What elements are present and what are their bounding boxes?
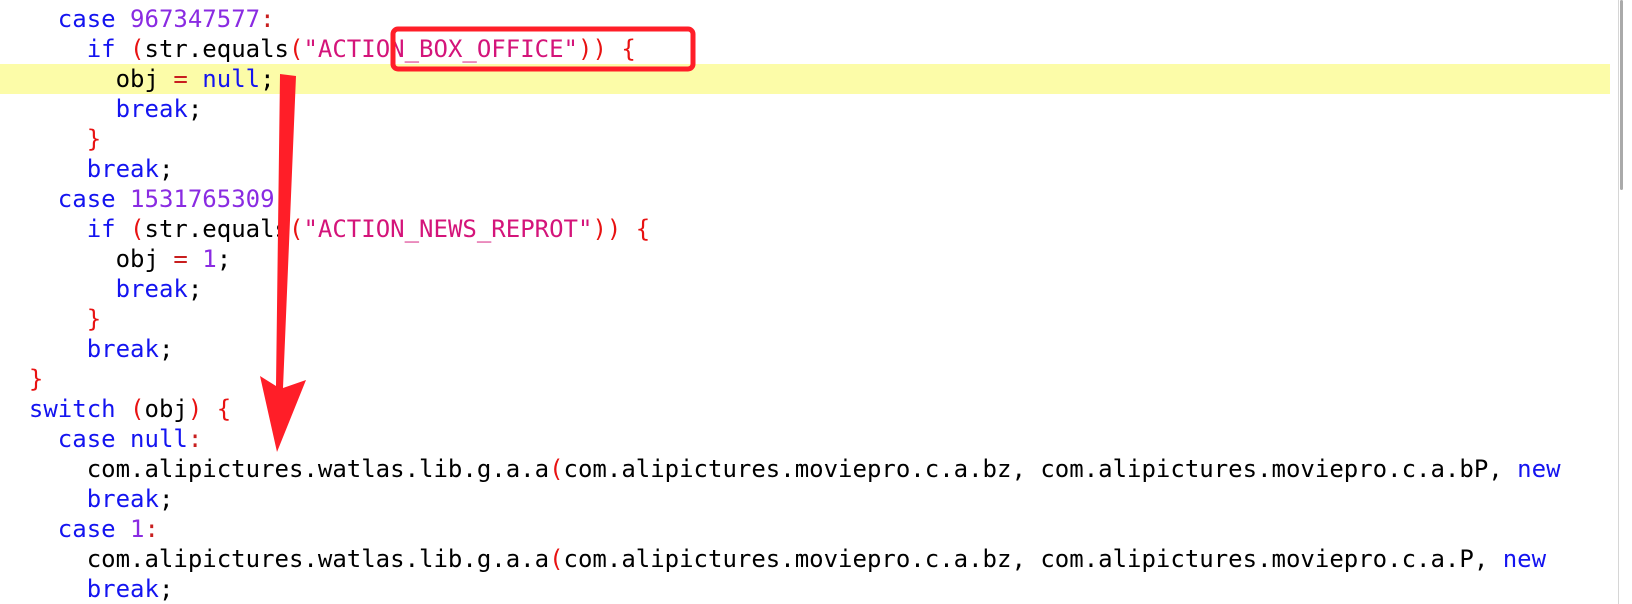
code-token: ( [549, 545, 564, 573]
code-token: new [1502, 545, 1547, 573]
code-token: obj [115, 245, 174, 273]
code-line[interactable]: break; [0, 94, 1632, 124]
code-token: : [144, 515, 159, 543]
code-line[interactable]: break; [0, 574, 1632, 604]
code-token: ; [187, 95, 203, 123]
code-token: { [202, 395, 232, 423]
code-token: 1 [202, 245, 217, 273]
code-token: ) { [606, 215, 651, 243]
code-token: ( [549, 455, 564, 483]
code-line[interactable]: } [0, 304, 1632, 334]
code-line[interactable]: break; [0, 334, 1632, 364]
code-token: "ACTION_BOX_OFFICE" [303, 35, 578, 63]
code-token: } [28, 365, 44, 393]
code-line[interactable]: break; [0, 484, 1632, 514]
code-line[interactable]: com.alipictures.watlas.lib.g.a.a(com.ali… [0, 454, 1632, 484]
code-token: break [86, 155, 159, 183]
code-token: : [274, 185, 289, 213]
code-token: ( [130, 395, 145, 423]
code-token: "ACTION_NEWS_REPROT" [303, 215, 593, 243]
code-token: } [86, 125, 102, 153]
code-line[interactable]: if (str.equals("ACTION_NEWS_REPROT")) { [0, 214, 1632, 244]
code-line[interactable]: switch (obj) { [0, 394, 1632, 424]
code-line[interactable]: case 1531765309: [0, 184, 1632, 214]
code-line[interactable]: break; [0, 154, 1632, 184]
vertical-scrollbar[interactable] [1610, 0, 1632, 604]
code-line[interactable]: case 967347577: [0, 4, 1632, 34]
code-token: = [173, 65, 188, 93]
code-token: ; [158, 575, 174, 603]
code-line[interactable]: } [0, 124, 1632, 154]
code-token: ( [130, 35, 145, 63]
code-token: com.alipictures.moviepro.c.a.bz, com.ali… [563, 545, 1503, 573]
code-token: : [187, 425, 203, 453]
code-line[interactable]: obj = 1; [0, 244, 1632, 274]
code-token: new [1517, 455, 1561, 483]
code-token: 967347577 [130, 5, 261, 33]
code-line[interactable]: case null: [0, 424, 1632, 454]
code-token: 1531765309 [130, 185, 275, 213]
code-token: str.equals [144, 215, 290, 243]
code-token: } [86, 305, 102, 333]
code-token: switch [28, 395, 131, 423]
code-line-highlighted[interactable]: obj = null; [0, 64, 1632, 94]
code-token: break [86, 335, 159, 363]
code-token: ; [158, 485, 174, 513]
code-token: ; [158, 335, 174, 363]
code-token: com.alipictures.moviepro.c.a.bz, com.ali… [563, 455, 1518, 483]
code-token: ; [187, 275, 203, 303]
code-token: str.equals [144, 35, 290, 63]
code-token: if [86, 35, 131, 63]
code-token: ) [592, 215, 607, 243]
code-token: null [130, 425, 188, 453]
code-token: com.alipictures.watlas.lib.g.a.a [86, 455, 550, 483]
code-line[interactable]: com.alipictures.watlas.lib.g.a.a(com.ali… [0, 544, 1632, 574]
code-token: ( [289, 35, 304, 63]
code-token: case [57, 515, 131, 543]
code-token: if [86, 215, 131, 243]
code-token: ; [216, 245, 232, 273]
code-area[interactable]: case 967347577: if (str.equals("ACTION_BO… [0, 4, 1632, 604]
code-token: break [86, 575, 159, 603]
code-token: ( [130, 215, 145, 243]
code-line[interactable]: case 1: [0, 514, 1632, 544]
code-token: ; [260, 65, 275, 93]
code-line[interactable]: break; [0, 274, 1632, 304]
code-token: com.alipictures.watlas.lib.g.a.a [86, 545, 550, 573]
code-line[interactable]: } [0, 364, 1632, 394]
code-editor[interactable]: case 967347577: if (str.equals("ACTION_BO… [0, 0, 1632, 604]
scrollbar-track [1618, 0, 1619, 604]
code-token: break [115, 275, 188, 303]
code-token: ( [289, 215, 304, 243]
code-token: 1 [130, 515, 145, 543]
code-token: = [173, 245, 188, 273]
code-token: ; [158, 155, 174, 183]
code-token: : [260, 5, 275, 33]
scrollbar-thumb[interactable] [1620, 0, 1623, 190]
code-line[interactable]: if (str.equals("ACTION_BOX_OFFICE")) { [0, 34, 1632, 64]
code-token: obj [144, 395, 188, 423]
code-token: case [57, 185, 131, 213]
code-token: ) { [592, 35, 636, 63]
code-token: null [202, 65, 261, 93]
code-token: break [115, 95, 188, 123]
code-token: case [57, 425, 131, 453]
code-token: break [86, 485, 159, 513]
code-token: ) [578, 35, 593, 63]
code-token: ) [187, 395, 203, 423]
code-token: case [57, 5, 131, 33]
code-token: obj [115, 65, 174, 93]
